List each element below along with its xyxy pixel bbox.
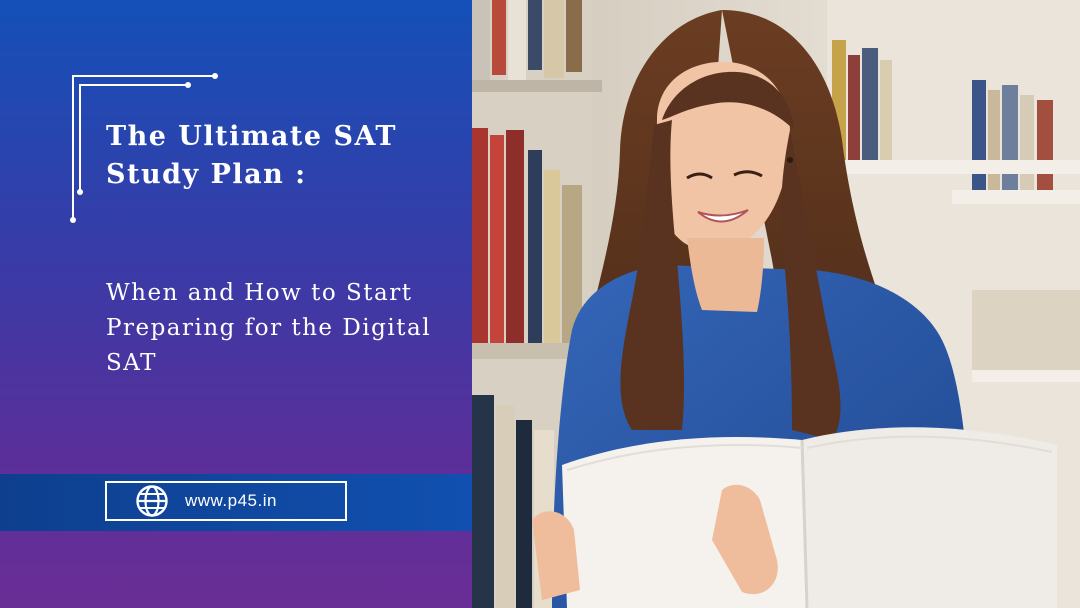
open-book bbox=[562, 427, 1057, 608]
frame-dot bbox=[185, 82, 191, 88]
website-link[interactable]: www.p45.in bbox=[105, 481, 347, 521]
left-panel: The Ultimate SAT Study Plan : When and H… bbox=[0, 0, 472, 608]
banner-subtitle: When and How to Start Preparing for the … bbox=[106, 280, 432, 376]
frame-dot bbox=[77, 189, 83, 195]
frame-line-top-outer bbox=[72, 75, 215, 77]
student-photo bbox=[472, 0, 1080, 608]
frame-line-left-outer bbox=[72, 75, 74, 220]
website-url: www.p45.in bbox=[185, 491, 277, 510]
frame-line-top-inner bbox=[79, 84, 188, 86]
frame-dot bbox=[212, 73, 218, 79]
globe-icon bbox=[136, 485, 168, 517]
frame-line-left-inner bbox=[79, 84, 81, 192]
frame-dot bbox=[70, 217, 76, 223]
banner-title: The Ultimate SAT Study Plan : bbox=[106, 121, 398, 190]
